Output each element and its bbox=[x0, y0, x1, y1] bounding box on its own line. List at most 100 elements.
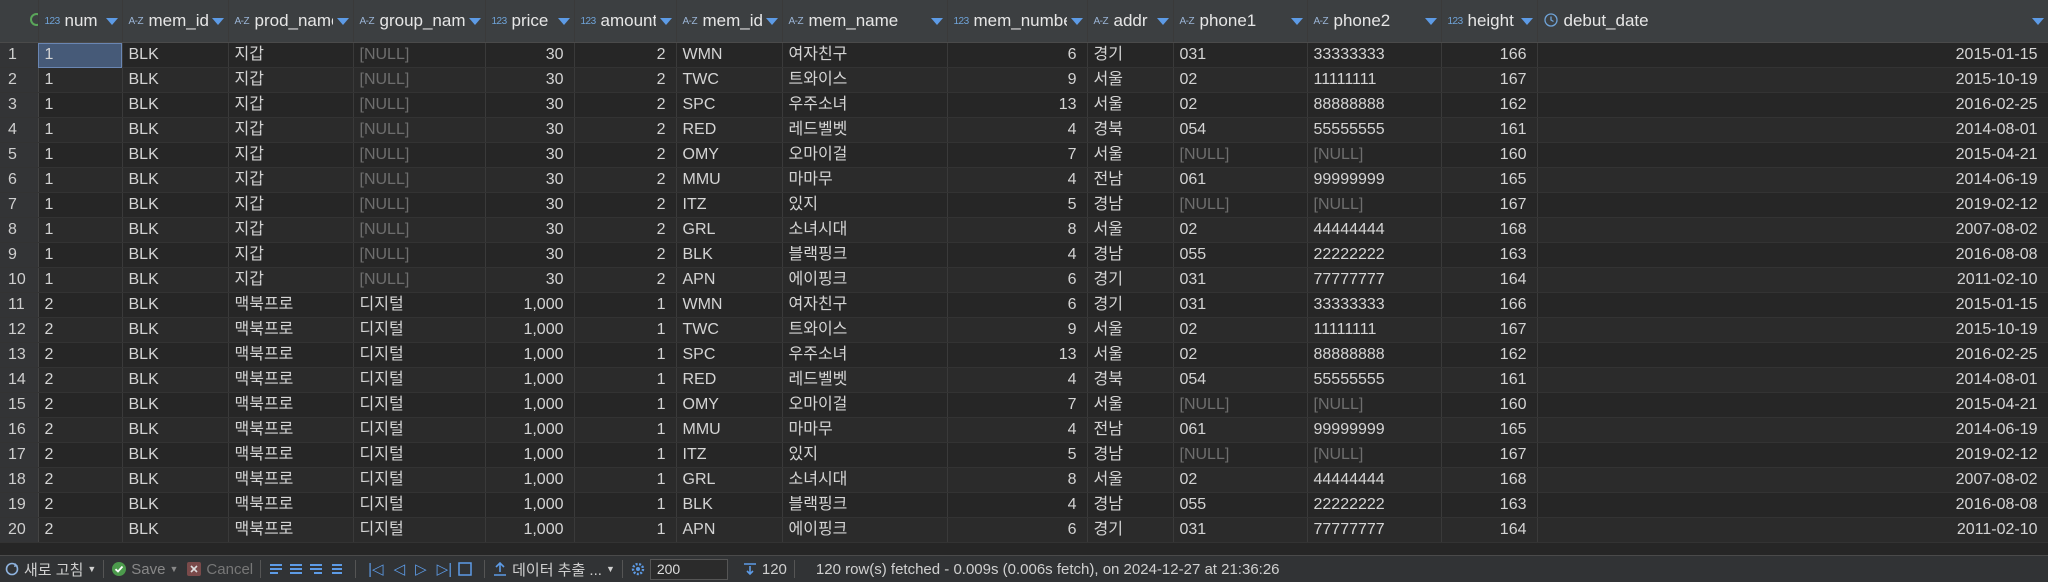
table-cell[interactable]: 2014-08-01 bbox=[1537, 117, 2048, 143]
table-cell[interactable]: 2 bbox=[38, 517, 123, 543]
table-cell[interactable]: 30 bbox=[485, 42, 575, 68]
table-cell[interactable]: 서울 bbox=[1087, 217, 1174, 243]
table-cell[interactable]: 88888888 bbox=[1307, 92, 1442, 118]
table-cell[interactable]: BLK bbox=[122, 392, 229, 418]
table-cell[interactable]: 055 bbox=[1173, 492, 1308, 518]
table-cell[interactable]: 마마무 bbox=[782, 167, 948, 193]
column-header-price[interactable]: 123 price bbox=[485, 0, 575, 43]
table-cell[interactable]: 031 bbox=[1173, 42, 1308, 68]
table-cell[interactable]: 2015-04-21 bbox=[1537, 142, 2048, 168]
table-row[interactable]: 6 1 BLK 지갑 [NULL] 30 2 MMU 마마무 4 전남 061 99999999 165 2… bbox=[0, 167, 2048, 193]
column-header-mem_name[interactable]: A-Z mem_name bbox=[782, 0, 948, 43]
table-cell[interactable]: 2014-06-19 bbox=[1537, 417, 2048, 443]
row-number[interactable]: 1 bbox=[0, 42, 39, 68]
table-cell[interactable]: 1 bbox=[574, 342, 677, 368]
table-cell[interactable]: 트와이스 bbox=[782, 317, 948, 343]
filter-dropdown-icon[interactable] bbox=[765, 17, 778, 25]
column-header-num[interactable]: 123 num bbox=[38, 0, 123, 43]
row-number[interactable]: 16 bbox=[0, 417, 39, 443]
filter-dropdown-icon[interactable] bbox=[105, 17, 118, 25]
table-cell[interactable]: 디지털 bbox=[353, 292, 486, 318]
table-cell[interactable]: 9 bbox=[947, 317, 1088, 343]
filter-dropdown-icon[interactable] bbox=[1290, 17, 1303, 25]
table-cell[interactable]: 2016-08-08 bbox=[1537, 492, 2048, 518]
table-cell[interactable]: 13 bbox=[947, 342, 1088, 368]
table-cell[interactable]: 1,000 bbox=[485, 517, 575, 543]
table-cell[interactable]: 있지 bbox=[782, 442, 948, 468]
table-cell[interactable]: MMU bbox=[676, 417, 783, 443]
table-cell[interactable]: BLK bbox=[122, 217, 229, 243]
row-number[interactable]: 8 bbox=[0, 217, 39, 243]
results-grid[interactable]: 123numA-Zmem_idA-Zprod_nameA-Zgroup_name… bbox=[0, 0, 2048, 555]
table-cell[interactable]: WMN bbox=[676, 292, 783, 318]
table-cell[interactable]: 2007-08-02 bbox=[1537, 467, 2048, 493]
table-row[interactable]: 8 1 BLK 지갑 [NULL] 30 2 GRL 소녀시대 8 서울 02 44444444 168 2… bbox=[0, 217, 2048, 243]
table-cell[interactable]: [NULL] bbox=[353, 167, 486, 193]
table-cell[interactable]: BLK bbox=[122, 442, 229, 468]
table-cell[interactable]: 30 bbox=[485, 267, 575, 293]
save-button[interactable]: Save ▼ bbox=[107, 556, 182, 582]
table-cell[interactable]: 블랙핑크 bbox=[782, 492, 948, 518]
table-cell[interactable]: [NULL] bbox=[353, 242, 486, 268]
table-cell[interactable]: BLK bbox=[122, 267, 229, 293]
table-cell[interactable]: BLK bbox=[122, 92, 229, 118]
table-cell[interactable]: 167 bbox=[1441, 317, 1538, 343]
table-cell[interactable]: 55555555 bbox=[1307, 117, 1442, 143]
table-cell[interactable]: 1,000 bbox=[485, 467, 575, 493]
table-cell[interactable]: GRL bbox=[676, 217, 783, 243]
filter-dropdown-icon[interactable] bbox=[1424, 17, 1437, 25]
table-cell[interactable]: 오마이걸 bbox=[782, 392, 948, 418]
row-number[interactable]: 4 bbox=[0, 117, 39, 143]
table-cell[interactable]: [NULL] bbox=[1307, 192, 1442, 218]
row-count-icon[interactable] bbox=[742, 561, 758, 577]
table-cell[interactable]: [NULL] bbox=[353, 267, 486, 293]
table-cell[interactable]: 맥북프로 bbox=[228, 292, 354, 318]
column-header-phone1[interactable]: A-Z phone1 bbox=[1173, 0, 1308, 43]
table-row[interactable]: 17 2 BLK 맥북프로 디지털 1,000 1 ITZ 있지 5 경남 [NULL] [NULL] 1… bbox=[0, 442, 2048, 468]
table-cell[interactable]: 99999999 bbox=[1307, 417, 1442, 443]
table-cell[interactable]: 2014-08-01 bbox=[1537, 367, 2048, 393]
table-cell[interactable]: 레드벨벳 bbox=[782, 367, 948, 393]
table-cell[interactable]: 031 bbox=[1173, 517, 1308, 543]
table-cell[interactable]: 1,000 bbox=[485, 342, 575, 368]
table-row[interactable]: 15 2 BLK 맥북프로 디지털 1,000 1 OMY 오마이걸 7 서울 [NULL] [NULL… bbox=[0, 392, 2048, 418]
table-cell[interactable]: 6 bbox=[947, 517, 1088, 543]
table-cell[interactable]: 167 bbox=[1441, 442, 1538, 468]
table-cell[interactable]: 1 bbox=[574, 417, 677, 443]
table-cell[interactable]: 162 bbox=[1441, 342, 1538, 368]
table-cell[interactable]: SPC bbox=[676, 342, 783, 368]
table-cell[interactable]: 소녀시대 bbox=[782, 467, 948, 493]
column-header-height[interactable]: 123 height bbox=[1441, 0, 1538, 43]
filter-dropdown-icon[interactable] bbox=[1156, 17, 1169, 25]
fetch-all-icon[interactable] bbox=[457, 561, 473, 577]
table-cell[interactable]: 2011-02-10 bbox=[1537, 517, 2048, 543]
table-cell[interactable]: 164 bbox=[1441, 267, 1538, 293]
table-cell[interactable]: 2 bbox=[38, 392, 123, 418]
table-cell[interactable]: 1 bbox=[574, 392, 677, 418]
table-row[interactable]: 11 2 BLK 맥북프로 디지털 1,000 1 WMN 여자친구 6 경기 031 33333333… bbox=[0, 292, 2048, 318]
table-cell[interactable]: 2 bbox=[38, 467, 123, 493]
table-cell[interactable]: OMY bbox=[676, 142, 783, 168]
table-cell[interactable]: 맥북프로 bbox=[228, 417, 354, 443]
table-cell[interactable]: 164 bbox=[1441, 517, 1538, 543]
table-cell[interactable]: 지갑 bbox=[228, 142, 354, 168]
table-cell[interactable]: 054 bbox=[1173, 117, 1308, 143]
table-cell[interactable]: 99999999 bbox=[1307, 167, 1442, 193]
table-cell[interactable]: 경북 bbox=[1087, 367, 1174, 393]
table-row[interactable]: 2 1 BLK 지갑 [NULL] 30 2 TWC 트와이스 9 서울 02 11111111 167 2… bbox=[0, 67, 2048, 93]
table-cell[interactable]: 30 bbox=[485, 117, 575, 143]
table-cell[interactable]: [NULL] bbox=[1173, 442, 1308, 468]
last-page-icon[interactable]: ▷| bbox=[437, 560, 452, 578]
row-number[interactable]: 14 bbox=[0, 367, 39, 393]
table-cell[interactable]: 2 bbox=[38, 492, 123, 518]
settings-gear-icon[interactable] bbox=[630, 561, 646, 577]
table-cell[interactable]: 맥북프로 bbox=[228, 517, 354, 543]
table-cell[interactable]: [NULL] bbox=[1307, 142, 1442, 168]
table-cell[interactable]: [NULL] bbox=[353, 92, 486, 118]
table-cell[interactable]: 061 bbox=[1173, 167, 1308, 193]
table-cell[interactable]: APN bbox=[676, 517, 783, 543]
table-cell[interactable]: 디지털 bbox=[353, 342, 486, 368]
table-cell[interactable]: 2 bbox=[38, 317, 123, 343]
chevron-down-icon[interactable]: ▼ bbox=[87, 564, 96, 574]
delete-row-icon[interactable] bbox=[308, 561, 324, 577]
